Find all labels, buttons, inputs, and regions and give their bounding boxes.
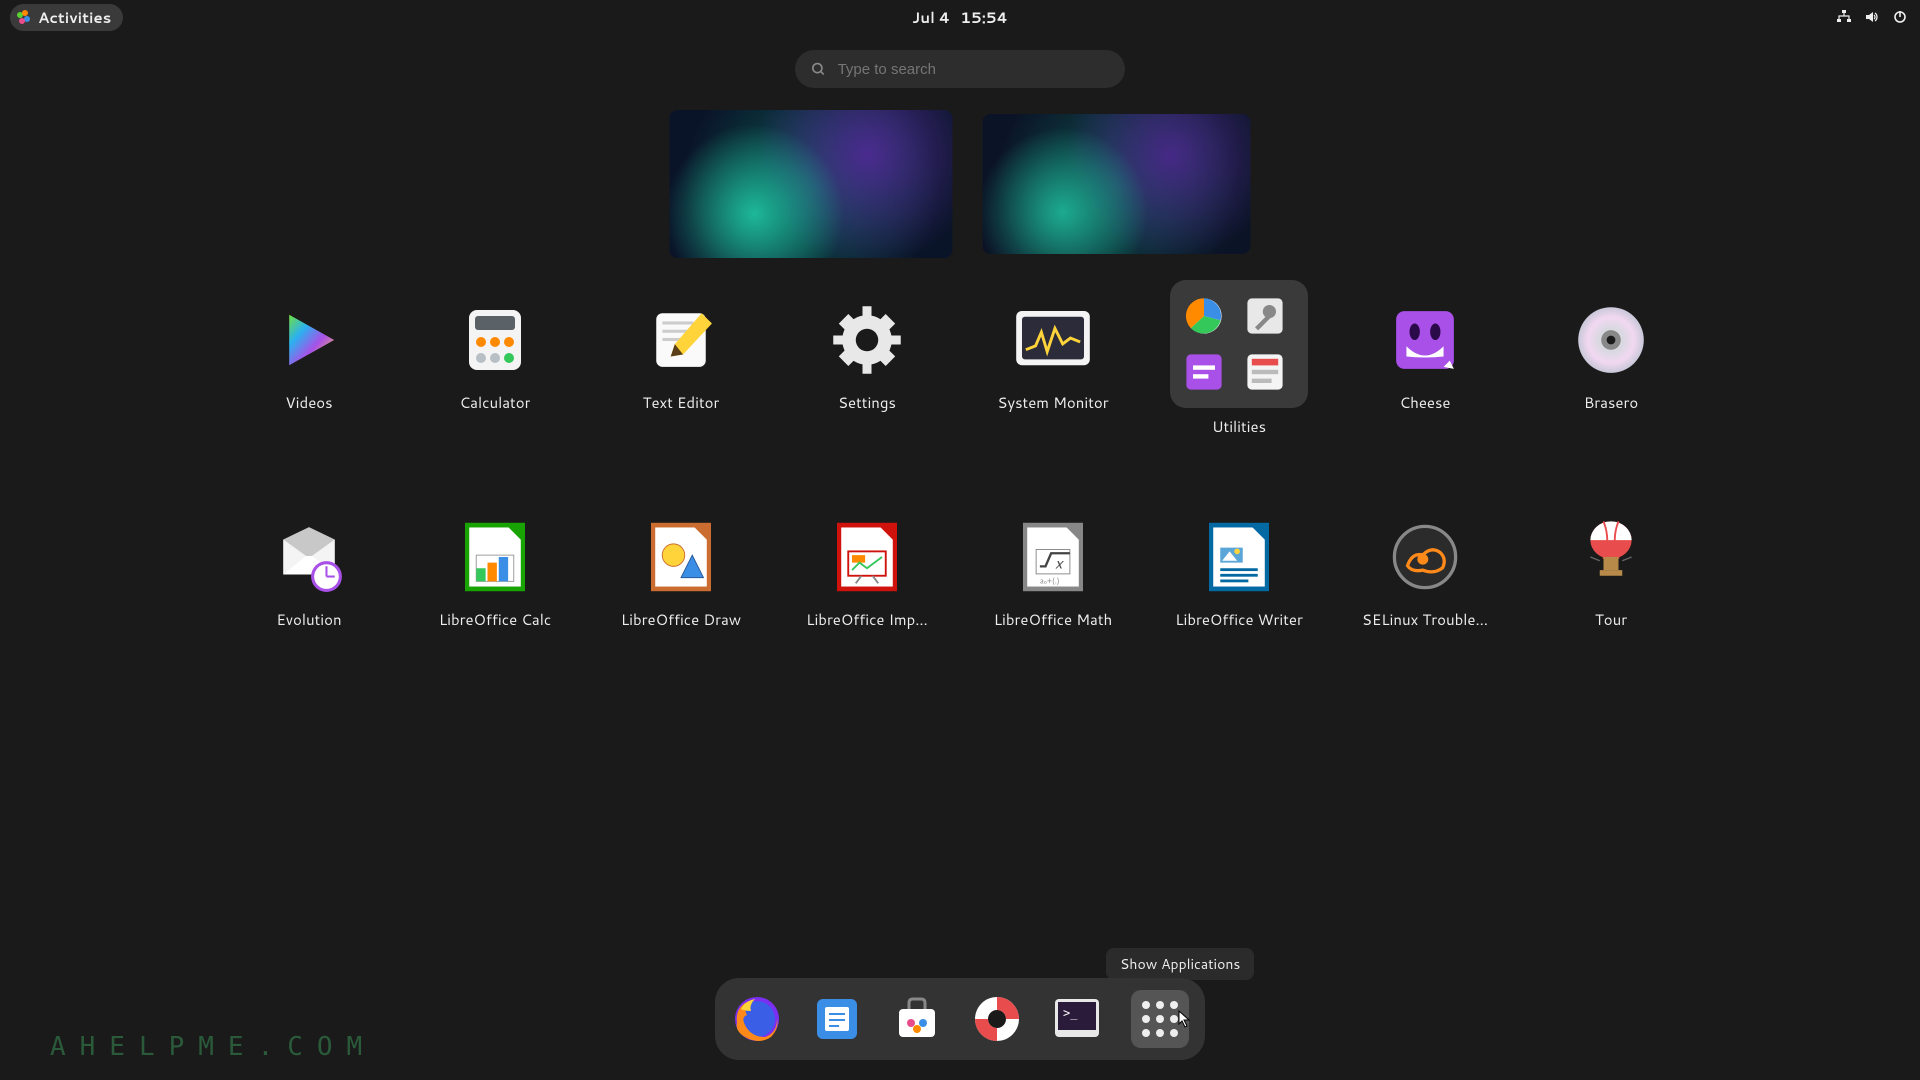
mouse-cursor — [1178, 1010, 1192, 1028]
search-bar[interactable] — [795, 50, 1125, 88]
volume-icon — [1862, 7, 1882, 27]
app-system-monitor[interactable]: System Monitor — [960, 300, 1146, 437]
app-label: Brasero — [1584, 392, 1638, 413]
app-cheese[interactable]: Cheese — [1332, 300, 1518, 437]
software-icon — [893, 995, 941, 1043]
firefox-icon — [731, 993, 783, 1045]
app-label: LibreOffice Imp… — [806, 609, 928, 630]
app-selinux-troubleshooter[interactable]: SELinux Trouble… — [1332, 517, 1518, 630]
app-label: Settings — [838, 392, 896, 413]
app-libreoffice-impress[interactable]: LibreOffice Imp… — [774, 517, 960, 630]
calculator-icon — [455, 300, 535, 380]
text-editor-icon — [641, 300, 721, 380]
lo-writer-icon — [1199, 517, 1279, 597]
videos-icon — [269, 300, 349, 380]
apps-grid-icon — [1142, 1001, 1178, 1037]
svg-text:a₀+(.): a₀+(.) — [1040, 576, 1060, 586]
app-grid: Videos Calculator Text Editor Settings S… — [216, 300, 1704, 630]
time-label: 15:54 — [960, 7, 1008, 28]
activities-label: Activities — [38, 7, 111, 28]
app-label: LibreOffice Draw — [621, 609, 741, 630]
files-icon — [813, 995, 861, 1043]
settings-icon — [827, 300, 907, 380]
workspace-thumbnail[interactable] — [670, 110, 953, 258]
app-brasero[interactable]: Brasero — [1518, 300, 1704, 437]
status-area[interactable] — [1834, 7, 1910, 27]
app-label: Text Editor — [643, 392, 720, 413]
dock-files[interactable] — [811, 993, 863, 1045]
app-label: LibreOffice Writer — [1175, 609, 1303, 630]
workspace-switcher — [670, 110, 1251, 258]
app-label: LibreOffice Math — [994, 609, 1112, 630]
app-label: Evolution — [276, 609, 341, 630]
network-icon — [1834, 7, 1854, 27]
cheese-icon — [1385, 300, 1465, 380]
app-label: Tour — [1595, 609, 1627, 630]
lo-impress-icon — [827, 517, 907, 597]
dock: >_ — [715, 978, 1205, 1060]
top-bar: Activities Jul 4 15:54 — [0, 0, 1920, 34]
system-monitor-icon — [1013, 300, 1093, 380]
terminal-icon: >_ — [1053, 995, 1101, 1043]
evolution-icon — [269, 517, 349, 597]
app-label: LibreOffice Calc — [439, 609, 551, 630]
app-label: Cheese — [1399, 392, 1450, 413]
date-label: Jul 4 — [912, 7, 950, 28]
app-tour[interactable]: Tour — [1518, 517, 1704, 630]
svg-text:>_: >_ — [1063, 1006, 1078, 1020]
app-calculator[interactable]: Calculator — [402, 300, 588, 437]
activities-button[interactable]: Activities — [10, 4, 123, 31]
search-input[interactable] — [838, 61, 1109, 78]
search-icon — [811, 61, 826, 77]
app-label: Utilities — [1212, 416, 1266, 437]
app-libreoffice-writer[interactable]: LibreOffice Writer — [1146, 517, 1332, 630]
app-label: Calculator — [460, 392, 531, 413]
lo-draw-icon — [641, 517, 721, 597]
app-libreoffice-math[interactable]: xa₀+(.) LibreOffice Math — [960, 517, 1146, 630]
dock-firefox[interactable] — [731, 993, 783, 1045]
dock-software[interactable] — [891, 993, 943, 1045]
tour-icon — [1571, 517, 1651, 597]
selinux-icon — [1385, 517, 1465, 597]
workspace-thumbnail[interactable] — [983, 114, 1251, 254]
help-icon — [973, 995, 1021, 1043]
brasero-icon — [1571, 300, 1651, 380]
app-text-editor[interactable]: Text Editor — [588, 300, 774, 437]
clock[interactable]: Jul 4 15:54 — [912, 7, 1008, 28]
app-libreoffice-calc[interactable]: LibreOffice Calc — [402, 517, 588, 630]
app-folder-utilities[interactable]: Utilities — [1146, 280, 1332, 437]
app-libreoffice-draw[interactable]: LibreOffice Draw — [588, 517, 774, 630]
activities-icon — [16, 9, 32, 25]
lo-calc-icon — [455, 517, 535, 597]
app-label: Videos — [285, 392, 332, 413]
power-icon — [1890, 7, 1910, 27]
lo-math-icon: xa₀+(.) — [1013, 517, 1093, 597]
dock-terminal[interactable]: >_ — [1051, 993, 1103, 1045]
utilities-folder-icon — [1170, 280, 1308, 408]
dock-help[interactable] — [971, 993, 1023, 1045]
dock-tooltip: Show Applications — [1106, 948, 1254, 980]
app-evolution[interactable]: Evolution — [216, 517, 402, 630]
app-label: SELinux Trouble… — [1362, 609, 1488, 630]
app-settings[interactable]: Settings — [774, 300, 960, 437]
app-videos[interactable]: Videos — [216, 300, 402, 437]
app-label: System Monitor — [997, 392, 1108, 413]
watermark: AHELPME.COM — [50, 1032, 376, 1062]
